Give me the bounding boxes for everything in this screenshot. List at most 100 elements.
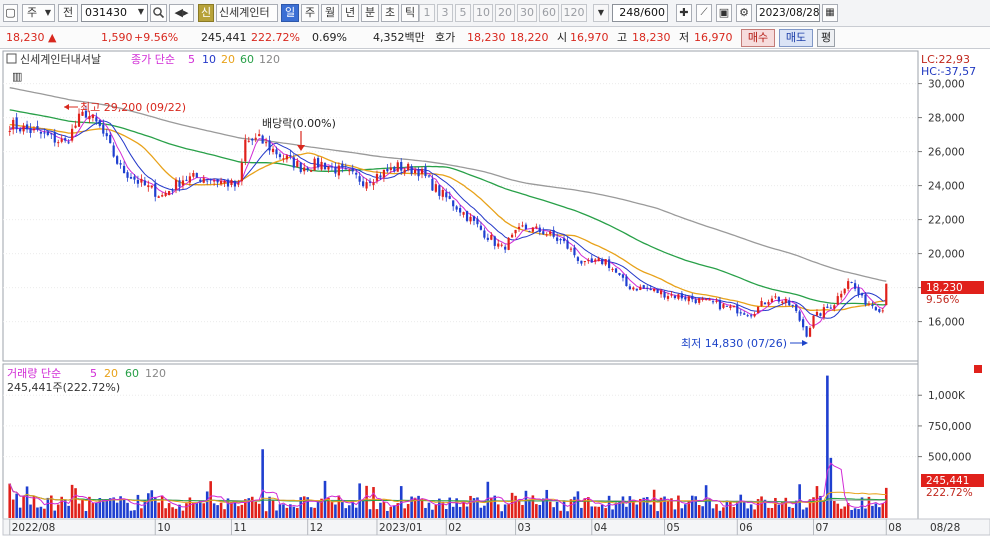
magnifier-icon[interactable] [150,4,167,22]
candle-body [552,229,555,237]
volume-bar [538,504,542,518]
volume-bar [607,495,611,518]
candle-body [673,295,677,299]
tab-minute[interactable]: 분 [361,4,379,22]
candle-body [375,174,379,181]
interval-5[interactable]: 5 [455,4,471,22]
eval-button[interactable]: 평 [817,29,835,47]
volume-bar [715,504,718,518]
tab-tick[interactable]: 틱 [401,4,419,22]
candle-body [407,163,410,170]
save-icon[interactable]: ▣ [716,4,732,22]
candle-body [285,155,288,160]
crosshair-icon[interactable]: ✚ [676,4,692,22]
tab-week[interactable]: 주 [301,4,319,22]
volume-bar [545,489,549,518]
interval-3[interactable]: 3 [437,4,453,22]
volume-bar [576,491,580,518]
candle-body [12,119,15,130]
volume-bar [95,502,98,518]
volume-bar [379,502,382,518]
volume-bar [56,504,60,518]
candle-body [289,155,292,157]
candle-body [777,296,780,302]
volume-bar [372,487,375,518]
speaker-icon[interactable]: ◀▸ [169,4,194,22]
volume-bar [469,495,472,518]
volume-bar [656,511,659,518]
panel-close-icon[interactable] [974,365,982,373]
legend-ma10: 10 [202,53,216,66]
volume-bar [434,505,438,518]
candle-body [365,182,368,189]
count-input[interactable]: 248/600 [612,4,668,22]
stock-name[interactable]: 신세계인터 [216,4,278,22]
candle-body [192,173,195,177]
tab-year[interactable]: 년 [341,4,359,22]
window-icon[interactable]: ▢ [3,4,18,22]
candle-body [427,175,431,177]
candle-body [504,246,507,250]
x-axis-label: 2022/08 [12,522,56,534]
tab-second[interactable]: 초 [381,4,399,22]
candle-body [677,294,680,299]
volume-bar [555,501,559,518]
interval-20[interactable]: 20 [495,4,515,22]
chart-area[interactable]: 16,00018,00020,00022,00024,00026,00028,0… [0,49,990,542]
date-input[interactable]: 2023/08/28 [756,4,820,22]
interval-10[interactable]: 10 [473,4,493,22]
calendar-icon[interactable]: ▦ [822,4,838,22]
candle-body [604,259,607,265]
candle-body [791,304,794,306]
candle-body [154,183,157,197]
volume-bar [566,511,569,518]
candle-body [798,311,801,321]
volume-bar [458,506,462,518]
x-axis-label: 10 [157,522,170,534]
count-total: /600 [640,6,665,19]
buy-button[interactable]: 매수 [741,29,775,47]
interval-30[interactable]: 30 [517,4,537,22]
volume-bar [680,508,684,518]
panel-toggle-icon[interactable] [6,53,17,64]
volume-bar [770,507,774,518]
candle-body [164,192,167,196]
interval-dropdown-icon[interactable]: ▼ [593,4,609,22]
code-dropdown-icon[interactable]: ▼ [134,4,148,22]
volume-bar [444,508,448,518]
candle-body [362,181,365,187]
candle-body [247,140,250,142]
candle-body [400,161,403,171]
candle-body [864,294,867,305]
candle-body [479,225,483,230]
candle-body [476,218,479,225]
candle-body [465,210,469,221]
volume-bar [753,509,756,518]
sell-button[interactable]: 매도 [779,29,813,47]
trend-icon[interactable]: ⟋ [696,4,712,22]
candle-body [684,297,687,300]
tab-day[interactable]: 일 [281,4,299,22]
tab-month[interactable]: 월 [321,4,339,22]
candle-body [756,306,760,313]
interval-60[interactable]: 60 [539,4,559,22]
period-type-select[interactable]: 주 ▼ [22,4,55,22]
volume-bar [580,507,583,518]
volume-bar [36,507,39,518]
interval-120[interactable]: 120 [561,4,587,22]
candle-body [271,148,275,153]
volume-bar [451,506,455,518]
volume-bar [507,504,510,518]
quote-change-pct: +9.56% [134,31,179,44]
candle-body [316,157,320,168]
candle-body [393,166,396,172]
candle-body [448,196,451,199]
volume-bar [718,510,722,518]
gear-icon[interactable]: ⚙ [736,4,752,22]
candle-body [292,157,295,168]
candle-body [573,247,576,256]
interval-1[interactable]: 1 [419,4,435,22]
candle-body [698,298,701,303]
market-button[interactable]: 전 [58,4,78,22]
candle-body [739,312,742,314]
